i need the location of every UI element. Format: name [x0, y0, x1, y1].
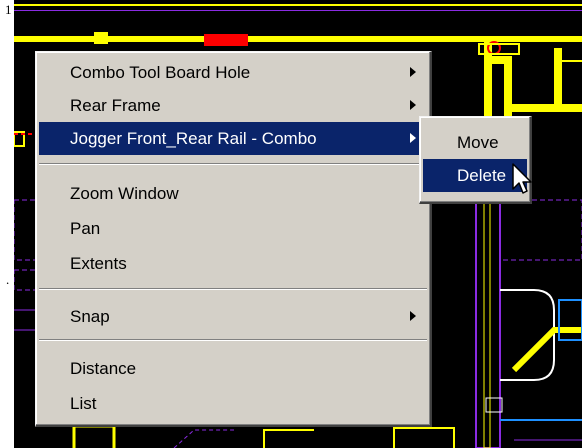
menu-item-label: Extents — [70, 254, 127, 273]
left-margin: 1 . — [0, 0, 14, 448]
submenu-arrow-icon — [410, 100, 416, 110]
menu-item-distance[interactable]: Distance — [39, 352, 427, 385]
menu-item-zoom-window[interactable]: Zoom Window — [39, 177, 427, 210]
cad-line — [558, 299, 582, 341]
submenu-item-label: Move — [457, 133, 499, 152]
cad-line — [499, 199, 582, 261]
submenu-arrow-icon — [410, 133, 416, 143]
submenu-arrow-icon — [410, 311, 416, 321]
menu-item-label: Snap — [70, 307, 110, 326]
menu-separator — [39, 288, 427, 290]
menu-item-label: List — [70, 394, 97, 413]
cad-red-marker — [204, 34, 248, 46]
menu-item-label: Jogger Front_Rear Rail - Combo — [70, 129, 317, 148]
menu-item-label: Combo Tool Board Hole — [70, 63, 251, 82]
menu-item-snap[interactable]: Snap — [39, 300, 427, 333]
cad-line — [263, 429, 314, 448]
cad-line — [393, 427, 455, 448]
cad-line — [173, 429, 234, 448]
cad-line — [504, 60, 512, 120]
margin-mark-top: 1 — [5, 2, 12, 17]
cad-line — [14, 199, 37, 261]
cad-line — [554, 60, 582, 62]
menu-item-rear-frame[interactable]: Rear Frame — [39, 89, 427, 122]
menu-separator — [39, 339, 427, 341]
menu-separator — [39, 163, 427, 165]
mouse-pointer-icon — [512, 163, 534, 202]
menu-item-jogger-front-rear-rail-combo[interactable]: Jogger Front_Rear Rail - Combo — [39, 122, 427, 155]
cad-line — [14, 4, 582, 6]
menu-item-label: Zoom Window — [70, 184, 179, 203]
cad-line — [554, 48, 562, 108]
menu-item-label: Distance — [70, 359, 137, 378]
cad-line — [475, 179, 501, 448]
menu-item-label: Rear Frame — [70, 96, 161, 115]
submenu-item-move[interactable]: Move — [423, 126, 527, 159]
context-menu: Combo Tool Board Hole Rear Frame Jogger … — [35, 51, 432, 427]
menu-item-list[interactable]: List — [39, 387, 427, 420]
cad-line — [14, 10, 582, 11]
cad-line — [483, 199, 491, 448]
cad-line — [511, 327, 582, 373]
margin-mark-bottom: . — [6, 272, 10, 287]
submenu-item-label: Delete — [457, 166, 507, 185]
submenu-arrow-icon — [410, 67, 416, 77]
cad-line — [14, 269, 37, 291]
cad-line — [512, 104, 582, 112]
menu-item-pan[interactable]: Pan — [39, 212, 427, 245]
cad-line — [72, 424, 116, 448]
menu-item-combo-tool-board-hole[interactable]: Combo Tool Board Hole — [39, 56, 427, 89]
menu-item-label: Pan — [70, 219, 101, 238]
cad-block — [94, 32, 108, 44]
menu-item-extents[interactable]: Extents — [39, 247, 427, 280]
